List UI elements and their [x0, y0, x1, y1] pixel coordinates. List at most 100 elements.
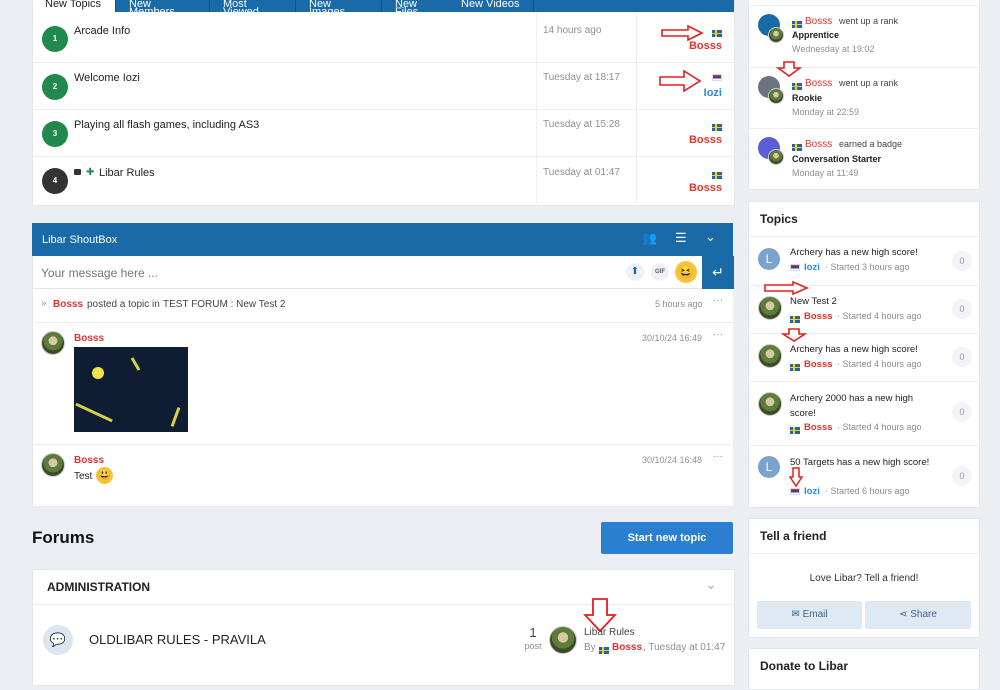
system-message-user[interactable]: Bosss [53, 299, 83, 310]
message-input[interactable] [39, 262, 613, 284]
topic-row[interactable]: 2 Welcome Iozi Tuesday at 18:17 Iozi [33, 62, 734, 110]
topic-time: Tuesday at 18:17 [543, 72, 620, 83]
shout-image[interactable] [74, 347, 188, 432]
email-button[interactable]: ✉ Email [757, 601, 862, 629]
topic-row[interactable]: 1 Arcade Info 14 hours ago Bosss [33, 12, 734, 63]
more-icon[interactable]: ··· [713, 295, 723, 306]
avatar[interactable] [758, 392, 782, 416]
sidebar-topic-user[interactable]: Bosss [804, 311, 833, 322]
start-new-topic-button[interactable]: Start new topic [601, 522, 733, 554]
topic-time: Tuesday at 15:28 [543, 119, 620, 130]
chevron-down-icon[interactable]: ⌄ [705, 576, 717, 593]
tab-new-images[interactable]: New Images [297, 0, 382, 12]
tab-new-members[interactable]: New Members [117, 0, 210, 12]
avatar[interactable] [758, 344, 782, 368]
topic-number: 4 [42, 168, 68, 194]
tab-new-files[interactable]: New Files [383, 0, 452, 12]
avatar[interactable]: L [758, 456, 780, 478]
share-button[interactable]: ⋖ Share [865, 601, 971, 629]
system-message-topic[interactable]: TEST FORUM : New Test 2 [163, 299, 285, 310]
topic-last-user[interactable]: Iozi [704, 87, 722, 99]
shoutbox-title: Libar ShoutBox [42, 234, 118, 246]
topic-last-user[interactable]: Bosss [689, 134, 722, 146]
annotation-arrow-icon [661, 25, 704, 41]
flag-icon [599, 646, 609, 654]
sidebar-topic-title[interactable]: Archery has a new high score! [790, 344, 940, 355]
sidebar-topics-heading: Topics [760, 212, 798, 226]
sidebar-topic-title[interactable]: Archery 2000 has a new high score! [790, 391, 940, 421]
shout-text: Test [74, 471, 93, 482]
activity-user[interactable]: Bosss [805, 78, 832, 89]
shoutbox-header: Libar ShoutBox 👥 ☰ ⌄ [32, 223, 733, 256]
topic-last-user[interactable]: Bosss [689, 40, 722, 52]
activity-widget: Bosss went up a rank Apprentice Wednesda… [748, 0, 980, 190]
flag-icon [792, 20, 802, 28]
forum-post-label: post [524, 641, 542, 651]
avatar[interactable] [768, 88, 784, 104]
topic-last-user[interactable]: Bosss [689, 182, 722, 194]
chevrons-right-icon: » [41, 298, 47, 309]
system-message-time: 5 hours ago [655, 299, 703, 309]
send-button[interactable]: ↵ [702, 256, 734, 289]
activity-user[interactable]: Bosss [805, 16, 832, 27]
topic-title[interactable]: Arcade Info [74, 25, 130, 37]
tell-a-friend-widget: Tell a friend Love Libar? Tell a friend!… [748, 518, 980, 638]
sidebar-topic-item[interactable]: L Archery has a new high score! Iozi · S… [749, 237, 979, 286]
avatar[interactable] [768, 27, 784, 43]
gif-button[interactable]: GIF [651, 263, 669, 281]
activity-time: Monday at 11:49 [792, 168, 859, 178]
more-icon[interactable]: ··· [713, 451, 723, 462]
topics-widget: New Topics New Members Most Viewed New I… [32, 0, 735, 206]
sidebar-topic-item[interactable]: Archery has a new high score! Bosss · St… [749, 328, 979, 382]
avatar[interactable] [41, 453, 65, 477]
shout-user[interactable]: Bosss [74, 455, 104, 466]
sidebar-topic-title[interactable]: New Test 2 [790, 296, 940, 307]
sidebar-topic-title[interactable]: Archery has a new high score! [790, 247, 940, 258]
topic-row[interactable]: 3 Playing all flash games, including AS3… [33, 109, 734, 157]
sidebar-topic-user[interactable]: Iozi [804, 262, 820, 273]
upload-icon[interactable]: ⬆ [626, 263, 644, 281]
category-title[interactable]: ADMINISTRATION [47, 580, 150, 594]
avatar[interactable] [758, 296, 782, 320]
activity-action: earned a badge [839, 139, 903, 149]
topic-number: 2 [42, 74, 68, 100]
sidebar-topic-item[interactable]: New Test 2 Bosss · Started 4 hours ago 0 [749, 281, 979, 334]
tab-new-topics[interactable]: New Topics [33, 0, 116, 12]
avatar[interactable] [549, 626, 577, 654]
topic-title[interactable]: Libar Rules [99, 167, 155, 179]
users-icon[interactable]: 👥 [642, 231, 657, 245]
avatar[interactable] [41, 331, 65, 355]
flag-icon [792, 143, 802, 151]
menu-icon[interactable]: ☰ [675, 230, 687, 246]
annotation-arrow-icon [781, 328, 807, 342]
topic-time: Tuesday at 01:47 [543, 167, 620, 178]
emoji-icon[interactable]: 😆 [675, 261, 697, 283]
shout-user[interactable]: Bosss [74, 333, 104, 344]
shout-post: Bosss Test 😃 30/10/24 16:48 ··· [32, 445, 733, 506]
last-post-time: , Tuesday at 01:47 [643, 642, 726, 653]
last-post-user[interactable]: Bosss [612, 642, 642, 653]
annotation-arrow-icon [776, 61, 802, 77]
tab-new-videos[interactable]: New Videos [449, 0, 534, 12]
flag-icon [712, 29, 722, 37]
chevron-down-icon[interactable]: ⌄ [705, 229, 716, 245]
message-bar: ⬆ GIF 😆 ↵ [32, 256, 734, 289]
activity-user[interactable]: Bosss [805, 139, 832, 150]
sidebar-topic-user[interactable]: Bosss [804, 359, 833, 370]
topic-title[interactable]: Welcome Iozi [74, 72, 140, 84]
sidebar-topic-user[interactable]: Iozi [804, 486, 820, 497]
sidebar-topic-title[interactable]: 50 Targets has a new high score! [790, 455, 930, 470]
topic-row[interactable]: 4 ✚ Libar Rules Tuesday at 01:47 Bosss [33, 156, 734, 204]
forum-name[interactable]: OLDLIBAR RULES - PRAVILA [89, 632, 266, 647]
sidebar-topic-item[interactable]: L 50 Targets has a new high score! Iozi … [749, 445, 979, 507]
tab-most-viewed[interactable]: Most Viewed [211, 0, 296, 12]
sidebar-topic-item[interactable]: Archery 2000 has a new high score! Bosss… [749, 381, 979, 446]
topic-title[interactable]: Playing all flash games, including AS3 [74, 119, 259, 131]
more-icon[interactable]: ··· [713, 329, 723, 340]
sidebar-topic-user[interactable]: Bosss [804, 422, 833, 433]
reply-count: 0 [952, 402, 972, 422]
flag-icon [790, 488, 800, 495]
avatar[interactable]: L [758, 248, 780, 270]
activity-time: Wednesday at 19:02 [792, 44, 875, 54]
avatar[interactable] [768, 149, 784, 165]
